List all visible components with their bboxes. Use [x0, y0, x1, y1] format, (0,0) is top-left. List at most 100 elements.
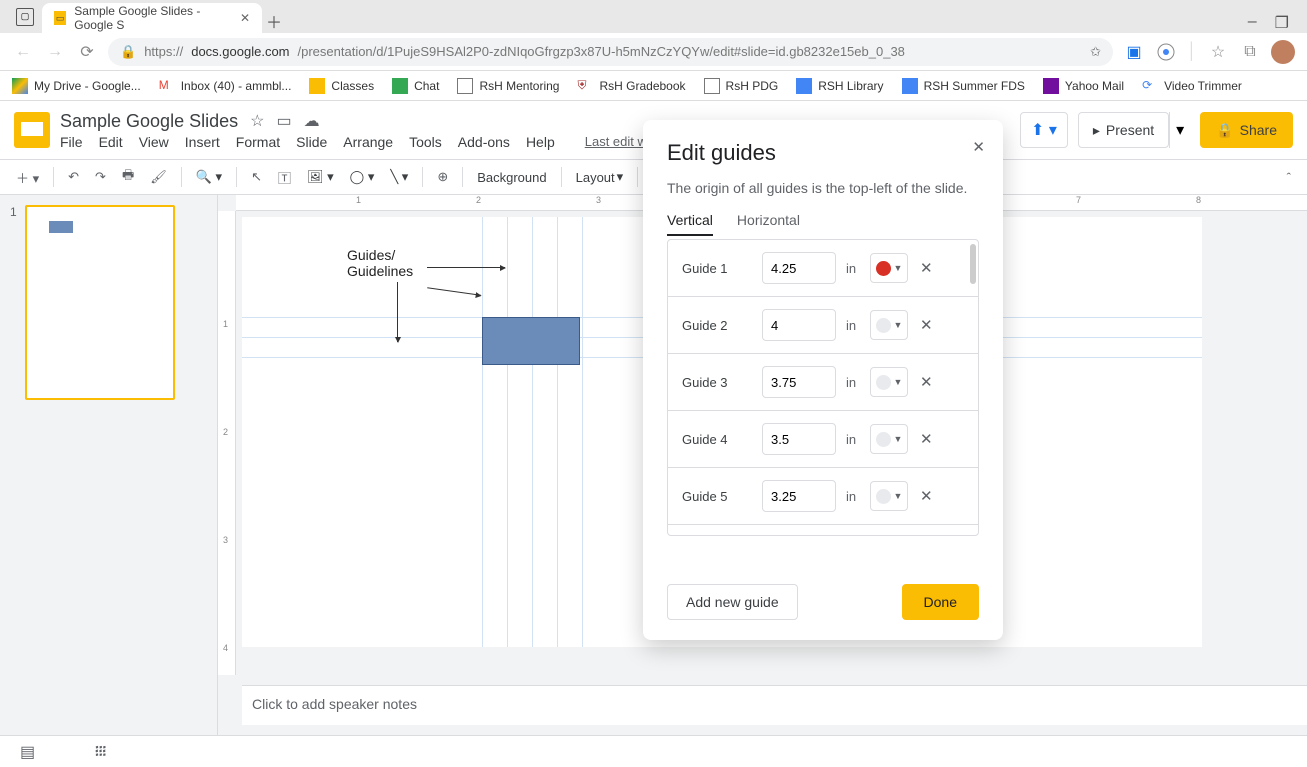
- menu-slide[interactable]: Slide: [296, 134, 327, 150]
- guide-remove-button[interactable]: ✕: [918, 257, 935, 279]
- favorite-icon[interactable]: ✩: [1090, 44, 1101, 60]
- guide-color-picker[interactable]: ▼: [870, 424, 908, 454]
- reload-button[interactable]: ⟳: [76, 41, 98, 63]
- image-tool[interactable]: 🖼 ▾: [301, 165, 340, 189]
- guide-color-picker[interactable]: ▼: [870, 310, 908, 340]
- guide-label: Guide 5: [682, 489, 752, 504]
- bookmark-item[interactable]: MInbox (40) - ammbl...: [159, 78, 292, 94]
- tab-close-icon[interactable]: ✕: [240, 11, 250, 25]
- guide-color-picker[interactable]: ▼: [870, 481, 908, 511]
- bookmark-item[interactable]: Yahoo Mail: [1043, 78, 1124, 94]
- doc-title[interactable]: Sample Google Slides: [60, 111, 238, 132]
- bookmark-item[interactable]: My Drive - Google...: [12, 78, 141, 94]
- bookmark-item[interactable]: ⟳Video Trimmer: [1142, 78, 1242, 94]
- textbox-tool[interactable]: 🅃: [272, 164, 297, 191]
- tabstrip-icon[interactable]: ▢: [16, 8, 34, 26]
- speaker-notes[interactable]: Click to add speaker notes: [242, 685, 1307, 725]
- dialog-close-button[interactable]: ✕: [972, 138, 985, 156]
- upload-icon[interactable]: ⬆ ▾: [1020, 112, 1068, 148]
- menu-view[interactable]: View: [139, 134, 169, 150]
- grid-view-icon[interactable]: ᎒᎒᎒: [95, 741, 106, 762]
- menu-insert[interactable]: Insert: [185, 134, 220, 150]
- done-button[interactable]: Done: [902, 584, 979, 620]
- trim-icon: ⟳: [1142, 78, 1158, 94]
- new-slide-button[interactable]: ＋ ▾: [10, 164, 45, 191]
- bookmark-item[interactable]: Classes: [309, 78, 374, 94]
- star-icon[interactable]: ☆: [250, 111, 264, 131]
- new-tab-button[interactable]: ＋: [262, 9, 286, 33]
- paint-button[interactable]: 🖌: [144, 165, 173, 189]
- menu-format[interactable]: Format: [236, 134, 280, 150]
- bookmark-item[interactable]: RsH Mentoring: [457, 78, 559, 94]
- undo-button[interactable]: ↶: [62, 165, 85, 189]
- menu-addons[interactable]: Add-ons: [458, 134, 510, 150]
- present-button[interactable]: ▸ Present: [1078, 112, 1169, 148]
- guide-remove-button[interactable]: ✕: [918, 314, 935, 336]
- slide-number: 1: [10, 205, 17, 400]
- bookmark-item[interactable]: Chat: [392, 78, 439, 94]
- bookmark-item[interactable]: RsH PDG: [704, 78, 779, 94]
- zoom-button[interactable]: 🔍 ▾: [190, 165, 228, 189]
- guide-value-input[interactable]: [762, 480, 836, 512]
- move-icon[interactable]: ▭: [276, 111, 291, 131]
- menu-file[interactable]: File: [60, 134, 83, 150]
- guide-remove-button[interactable]: ✕: [918, 428, 935, 450]
- star-icon[interactable]: ☆: [1207, 41, 1229, 63]
- color-swatch: [876, 375, 891, 390]
- last-edit-link[interactable]: Last edit w: [585, 134, 647, 150]
- print-button[interactable]: 🖶: [116, 162, 140, 192]
- redo-button[interactable]: ↷: [89, 165, 112, 189]
- background-button[interactable]: Background: [471, 166, 552, 189]
- bookmark-item[interactable]: RSH Summer FDS: [902, 78, 1025, 94]
- guide-value-input[interactable]: [762, 366, 836, 398]
- tab-horizontal[interactable]: Horizontal: [737, 206, 800, 236]
- guide-color-picker[interactable]: ▼: [870, 253, 908, 283]
- menu-edit[interactable]: Edit: [99, 134, 123, 150]
- vertical-ruler[interactable]: 1 2 3 4: [218, 211, 236, 675]
- guide-remove-button[interactable]: ✕: [918, 371, 935, 393]
- collapse-toolbar-icon[interactable]: ˆ: [1281, 166, 1297, 189]
- comment-button[interactable]: ⊕: [431, 165, 454, 189]
- browser-tab-active[interactable]: ▭ Sample Google Slides - Google S ✕: [42, 3, 262, 33]
- menu-help[interactable]: Help: [526, 134, 555, 150]
- back-button[interactable]: ←: [12, 41, 34, 63]
- add-guide-button[interactable]: Add new guide: [667, 584, 798, 620]
- address-bar[interactable]: 🔒 https://docs.google.com/presentation/d…: [108, 38, 1113, 66]
- collections-icon[interactable]: ⧉: [1239, 41, 1261, 63]
- maximize-icon[interactable]: ❐: [1275, 13, 1289, 33]
- chrome-icon[interactable]: [1155, 41, 1177, 63]
- guide-unit: in: [846, 432, 860, 447]
- guide-unit: in: [846, 489, 860, 504]
- present-more-button[interactable]: ▾: [1169, 112, 1190, 148]
- forward-button[interactable]: →: [44, 41, 66, 63]
- layout-button[interactable]: Layout ▾: [570, 165, 630, 189]
- shape-tool[interactable]: ◯ ▾: [344, 165, 381, 189]
- pip-icon[interactable]: ▣: [1123, 41, 1145, 63]
- minimize-icon[interactable]: –: [1248, 13, 1257, 33]
- browser-tab-strip: ▢ ▭ Sample Google Slides - Google S ✕ ＋ …: [0, 0, 1307, 33]
- guide-value-input[interactable]: [762, 252, 836, 284]
- menu-tools[interactable]: Tools: [409, 134, 442, 150]
- line-tool[interactable]: ╲ ▾: [384, 165, 414, 189]
- lock-icon: 🔒: [120, 44, 136, 60]
- select-tool[interactable]: ↖: [245, 165, 268, 189]
- share-button[interactable]: 🔒 Share: [1200, 112, 1293, 148]
- guide-value-input[interactable]: [762, 309, 836, 341]
- bookmark-item[interactable]: ⛨RsH Gradebook: [577, 78, 685, 94]
- guide-remove-button[interactable]: ✕: [918, 485, 935, 507]
- guide-color-picker[interactable]: ▼: [870, 367, 908, 397]
- gmail-icon: M: [159, 78, 175, 94]
- slides-logo[interactable]: [14, 112, 50, 148]
- bookmark-item[interactable]: RSH Library: [796, 78, 883, 94]
- cloud-icon[interactable]: ☁: [304, 111, 320, 131]
- account-avatar[interactable]: [1271, 40, 1295, 64]
- color-swatch: [876, 261, 891, 276]
- guide-value-input[interactable]: [762, 423, 836, 455]
- canvas-shape[interactable]: [482, 317, 580, 365]
- tab-vertical[interactable]: Vertical: [667, 206, 713, 236]
- filmstrip-view-icon[interactable]: ▤: [20, 742, 35, 762]
- menu-arrange[interactable]: Arrange: [343, 134, 393, 150]
- scrollbar-thumb[interactable]: [970, 244, 976, 284]
- url-scheme: https://: [144, 44, 183, 59]
- slide-thumbnail[interactable]: [25, 205, 175, 400]
